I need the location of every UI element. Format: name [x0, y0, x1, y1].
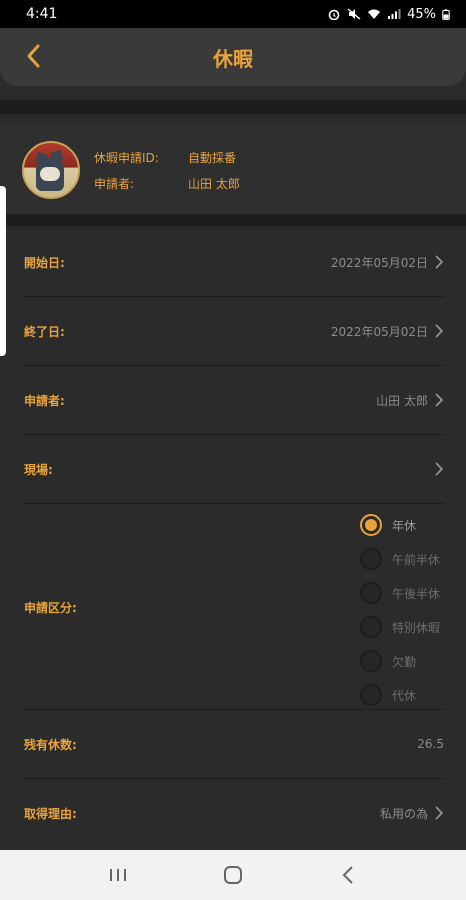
chevron-right-icon: [435, 255, 444, 269]
signal-icon: [388, 9, 401, 19]
request-id-value: 自動採番: [188, 150, 237, 165]
section-divider: [0, 100, 466, 114]
wifi-icon: [368, 9, 381, 19]
applicant-value: 山田 太郎: [376, 393, 428, 408]
mute-icon: [347, 8, 361, 20]
category-label: 申請区分:: [24, 600, 77, 615]
app-bar: 休暇: [0, 28, 466, 86]
reason-row[interactable]: 取得理由: 私用の為: [0, 779, 466, 847]
nav-back-button[interactable]: [328, 855, 368, 895]
chevron-right-icon: [435, 324, 444, 338]
radio-empty-icon: [360, 582, 382, 604]
radio-option-afternoon-half[interactable]: 午後半休: [360, 576, 460, 610]
site-row[interactable]: 現場:: [0, 435, 466, 503]
profile-applicant-label: 申請者:: [94, 176, 135, 191]
start-date-label: 開始日:: [24, 255, 65, 270]
applicant-row[interactable]: 申請者: 山田 太郎: [0, 366, 466, 434]
reason-value: 私用の為: [379, 806, 428, 821]
radio-option-absence[interactable]: 欠勤: [360, 644, 460, 678]
battery-percent: 45%: [407, 6, 436, 22]
system-nav-bar: [0, 850, 466, 900]
remaining-leave-value: 26.5: [417, 737, 444, 751]
nav-back-icon: [342, 866, 354, 884]
radio-empty-icon: [360, 650, 382, 672]
reason-label: 取得理由:: [24, 806, 77, 821]
recent-apps-button[interactable]: [98, 855, 138, 895]
page-title: 休暇: [213, 46, 253, 71]
radio-option-morning-half[interactable]: 午前半休: [360, 542, 460, 576]
profile-info: 休暇申請ID: 自動採番 申請者: 山田 太郎: [94, 142, 240, 198]
end-date-value: 2022年05月02日: [330, 324, 428, 339]
site-label: 現場:: [24, 462, 53, 477]
radio-option-substitute-holiday[interactable]: 代休: [360, 678, 460, 712]
start-date-value: 2022年05月02日: [330, 255, 428, 270]
avatar: [22, 141, 80, 199]
status-icons: 45%: [327, 7, 450, 22]
profile-header: 休暇申請ID: 自動採番 申請者: 山田 太郎: [0, 124, 466, 216]
profile-applicant-value: 山田 太郎: [188, 176, 240, 191]
back-arrow-icon: [27, 44, 40, 68]
section-divider: [0, 214, 466, 226]
applicant-label: 申請者:: [24, 393, 65, 408]
radio-empty-icon: [360, 548, 382, 570]
battery-icon: [442, 8, 450, 20]
radio-option-annual-leave[interactable]: 年休: [360, 508, 460, 542]
radio-empty-icon: [360, 684, 382, 706]
status-time: 4:41: [26, 6, 58, 22]
home-button[interactable]: [213, 855, 253, 895]
chevron-right-icon: [435, 393, 444, 407]
remaining-leave-label: 残有休数:: [24, 737, 77, 752]
category-radio-group: 年休 午前半休 午後半休 特別休暇 欠勤 代休: [360, 508, 460, 712]
back-button[interactable]: [18, 40, 48, 72]
chevron-right-icon: [435, 806, 444, 820]
radio-option-special-leave[interactable]: 特別休暇: [360, 610, 460, 644]
chevron-right-icon: [435, 462, 444, 476]
radio-selected-icon: [360, 514, 382, 536]
start-date-row[interactable]: 開始日: 2022年05月02日: [0, 228, 466, 296]
request-id-label: 休暇申請ID:: [94, 150, 159, 165]
radio-empty-icon: [360, 616, 382, 638]
recent-apps-icon: [109, 869, 126, 881]
home-icon: [223, 866, 242, 884]
end-date-row[interactable]: 終了日: 2022年05月02日: [0, 297, 466, 365]
remaining-leave-row: 残有休数: 26.5: [0, 710, 466, 778]
end-date-label: 終了日:: [24, 324, 65, 339]
status-bar: 4:41 45%: [0, 0, 466, 28]
alarm-icon: [328, 9, 340, 20]
